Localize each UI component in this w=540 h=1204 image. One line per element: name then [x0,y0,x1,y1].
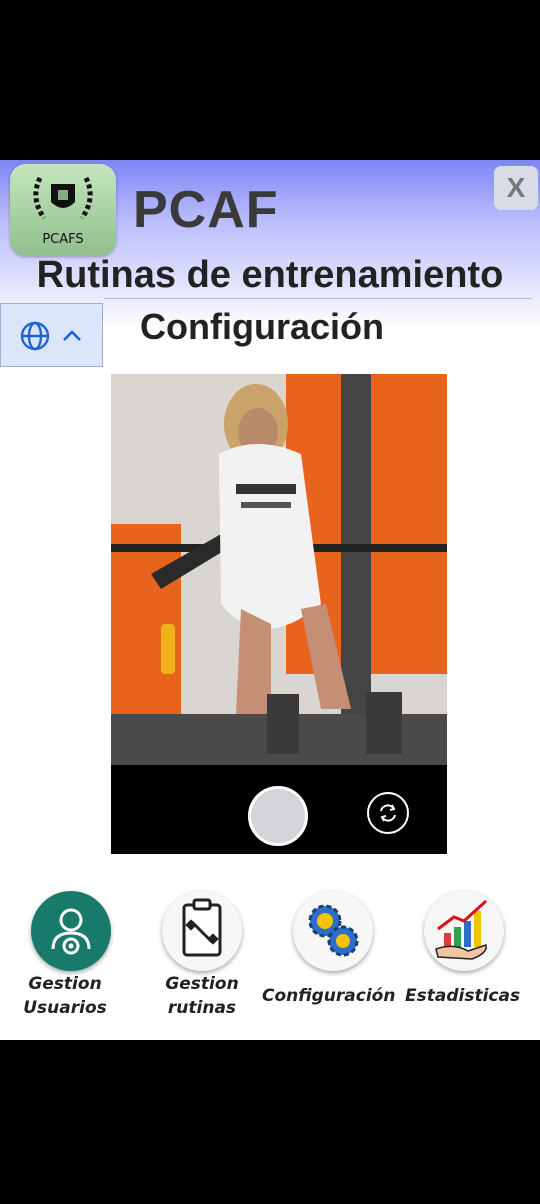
clipboard-dumbbell-icon [162,891,242,971]
camera-feed-image [111,374,447,765]
gears-icon [293,891,373,971]
switch-camera-icon [380,804,396,822]
nav-label-line1: Configuración [262,986,396,1006]
app-brand: PCAF [133,181,279,239]
logo-text: PCAFS [42,232,84,247]
nav-label-line1: Gestion [165,974,239,994]
nav-label-line2: Usuarios [23,998,107,1018]
nav-label: Estadisticas [405,984,521,1008]
pcafs-logo: PCAFS [10,164,116,256]
nav-label-line1: Estadisticas [405,986,521,1006]
switch-camera-button[interactable] [367,792,409,834]
close-button[interactable]: X [494,166,538,210]
title-divider [104,298,532,299]
nav-label-line2: rutinas [167,998,237,1018]
chevron-up-icon [63,330,81,341]
nav-label-line1: Gestion [28,974,102,994]
app-panel: PCAFS PCAF X Rutinas de entrenamiento Co… [0,160,540,1040]
camera-preview [111,374,447,854]
nav-label: Gestion rutinas [157,972,247,1020]
section-title: Configuración [140,306,384,347]
user-gear-icon [31,891,111,971]
globe-icon [20,321,50,351]
laurel-shield-icon [33,176,93,220]
page-title: Rutinas de entrenamiento [36,254,504,296]
nav-label: Gestion Usuarios [20,972,110,1020]
language-selector[interactable] [0,303,103,367]
shutter-button[interactable] [248,786,308,846]
chart-growth-icon [424,891,504,971]
nav-label: Configuración [262,984,396,1008]
